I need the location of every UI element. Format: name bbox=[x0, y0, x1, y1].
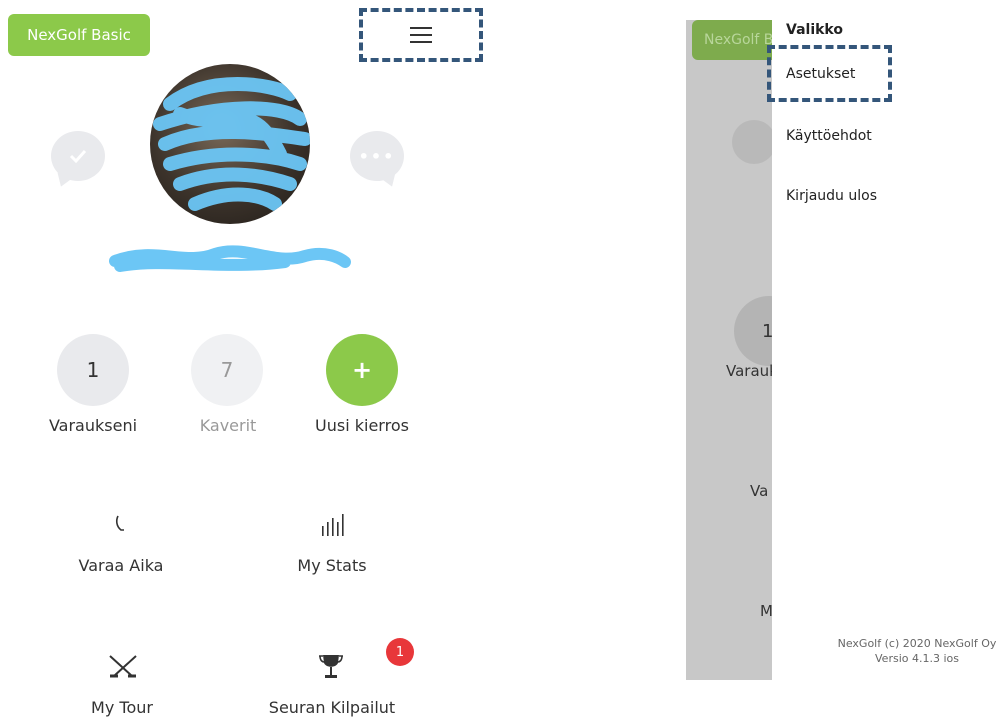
crossed-clubs-icon bbox=[109, 655, 137, 678]
phone-icon bbox=[115, 515, 124, 531]
dimmed-label-1: Varauk bbox=[726, 362, 778, 380]
my-tour-label: My Tour bbox=[91, 698, 153, 717]
version-text: Versio 4.1.3 ios bbox=[875, 652, 959, 665]
book-time-label: Varaa Aika bbox=[78, 556, 164, 575]
plus-icon: + bbox=[351, 356, 373, 384]
bar-stats-icon bbox=[322, 514, 344, 536]
hamburger-menu-icon[interactable] bbox=[410, 26, 432, 44]
copyright-text: NexGolf (c) 2020 NexGolf Oy bbox=[837, 637, 997, 650]
bookings-count: 1 bbox=[86, 358, 100, 382]
friends-count: 7 bbox=[220, 358, 234, 382]
notification-badge: 1 bbox=[386, 638, 414, 666]
redacted-username bbox=[109, 245, 351, 272]
drawer-item-logout[interactable]: Kirjaudu ulos bbox=[786, 188, 877, 204]
new-round-button[interactable]: + bbox=[326, 334, 398, 406]
friends-count-circle[interactable]: 7 bbox=[191, 334, 263, 406]
my-stats-label: My Stats bbox=[297, 556, 367, 575]
bookings-label[interactable]: Varaukseni bbox=[30, 416, 156, 435]
redaction-scribble bbox=[153, 77, 310, 211]
avatar[interactable] bbox=[150, 64, 310, 224]
dimmed-label-3: M bbox=[760, 602, 773, 620]
dimmed-check-icon bbox=[732, 120, 776, 164]
home-screen: NexGolf Basic ••• 1 Varaukseni 7 Kaverit bbox=[0, 0, 490, 720]
chat-bubble[interactable]: ••• bbox=[350, 131, 404, 190]
menu-tile-club-competitions[interactable]: Seuran Kilpailut bbox=[262, 650, 402, 720]
side-menu-drawer: Valikko Asetukset Käyttöehdot Kirjaudu u… bbox=[772, 0, 1004, 680]
settings-highlight bbox=[767, 45, 892, 102]
club-competitions-label: Seuran Kilpailut bbox=[268, 698, 396, 717]
check-bubble[interactable] bbox=[51, 131, 105, 190]
menu-tile-my-tour[interactable]: My Tour bbox=[72, 650, 172, 720]
menu-tile-book-time[interactable]: Varaa Aika bbox=[68, 508, 174, 588]
friends-label[interactable]: Kaverit bbox=[165, 416, 291, 435]
new-round-label[interactable]: Uusi kierros bbox=[296, 416, 428, 435]
trophy-icon bbox=[319, 655, 343, 678]
dimmed-label-2: Va bbox=[750, 482, 769, 500]
drawer-title: Valikko bbox=[786, 22, 843, 38]
drawer-footer: NexGolf (c) 2020 NexGolf Oy Versio 4.1.3… bbox=[822, 636, 1004, 666]
plan-badge[interactable]: NexGolf Basic bbox=[8, 14, 150, 56]
bookings-count-circle[interactable]: 1 bbox=[57, 334, 129, 406]
drawer-item-terms[interactable]: Käyttöehdot bbox=[786, 128, 872, 144]
menu-tile-my-stats[interactable]: My Stats bbox=[282, 508, 382, 588]
menu-button-highlight[interactable] bbox=[359, 8, 483, 62]
